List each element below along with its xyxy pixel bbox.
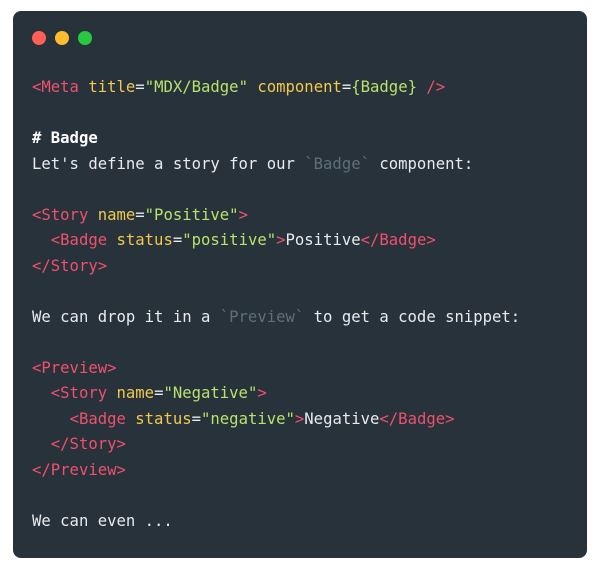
- code-window: <Meta title="MDX/Badge" component={Badge…: [13, 11, 587, 558]
- code-token-str: "MDX/Badge": [144, 78, 248, 96]
- code-token-text: Positive: [285, 231, 361, 249]
- code-token-tag: <Badge: [69, 409, 136, 428]
- code-line: <Preview>: [32, 356, 572, 382]
- code-block: <Meta title="MDX/Badge" component={Badge…: [32, 75, 572, 534]
- code-token-str: "Positive": [144, 205, 239, 224]
- code-token-str: "positive": [182, 231, 277, 249]
- close-window-dot-icon[interactable]: [32, 31, 46, 45]
- code-token-text: Let's define a story for our: [32, 154, 305, 173]
- code-token-text: =: [191, 409, 202, 428]
- code-token-attr: name: [116, 384, 155, 402]
- minimize-window-dot-icon[interactable]: [55, 31, 69, 45]
- code-token-tag: <Meta: [32, 78, 89, 96]
- code-token-str: {Badge}: [351, 78, 417, 96]
- code-token-attr: status: [116, 231, 173, 249]
- code-token-text: =: [135, 78, 145, 96]
- code-line: <Meta title="MDX/Badge" component={Badge…: [32, 75, 572, 101]
- code-line: <Story name="Negative">: [32, 381, 572, 407]
- window-controls: [32, 31, 92, 45]
- code-token-tag: <Preview>: [32, 358, 117, 377]
- code-token-attr: status: [135, 409, 192, 428]
- code-token-tag: </Story>: [50, 435, 126, 453]
- code-token-tag: </Badge>: [379, 409, 455, 428]
- code-line: Let's define a story for our `Badge` com…: [32, 152, 572, 178]
- code-token-text: component:: [369, 154, 474, 173]
- code-line: We can even ...: [32, 509, 572, 535]
- code-token-tag: <Badge: [50, 231, 117, 249]
- code-token-text: We can even ...: [32, 511, 173, 530]
- code-token-dim: `Preview`: [219, 307, 305, 326]
- code-token-tag: >: [294, 409, 305, 428]
- code-token-heading: # Badge: [32, 129, 98, 147]
- code-token-attr: name: [97, 205, 136, 224]
- code-token-str: "negative": [201, 409, 295, 428]
- code-token-text: =: [135, 205, 145, 224]
- code-token-tag: </Preview>: [32, 460, 126, 479]
- code-line: </Story>: [32, 254, 572, 280]
- code-token-text: to get a code snippet:: [304, 307, 521, 326]
- code-token-attr: title: [88, 78, 136, 96]
- code-token-tag: >: [257, 384, 267, 402]
- code-line: </Story>: [32, 432, 572, 458]
- code-token-dim: `Badge`: [304, 154, 370, 173]
- code-token-tag: <Story: [32, 205, 98, 224]
- code-token-tag: >: [238, 205, 248, 224]
- code-token-tag: </Badge>: [360, 231, 436, 249]
- code-line: We can drop it in a `Preview` to get a c…: [32, 305, 572, 331]
- code-token-str: "Negative": [163, 384, 258, 402]
- code-token-text: =: [341, 78, 352, 96]
- code-token-tag: />: [426, 78, 446, 96]
- code-token-tag: >: [276, 231, 286, 249]
- code-line: <Story name="Positive">: [32, 203, 572, 229]
- code-line: </Preview>: [32, 458, 572, 484]
- code-token-text: We can drop it in a: [32, 307, 220, 326]
- code-token-attr: component: [257, 78, 342, 96]
- code-line: <Badge status="positive">Positive</Badge…: [32, 228, 572, 254]
- code-token-tag: <Story: [50, 384, 117, 402]
- code-token-text: Negative: [304, 409, 380, 428]
- code-token-tag: </Story>: [32, 256, 108, 275]
- code-line: <Badge status="negative">Negative</Badge…: [32, 407, 572, 433]
- maximize-window-dot-icon[interactable]: [78, 31, 92, 45]
- code-token-text: =: [172, 231, 183, 249]
- code-line: # Badge: [32, 126, 572, 152]
